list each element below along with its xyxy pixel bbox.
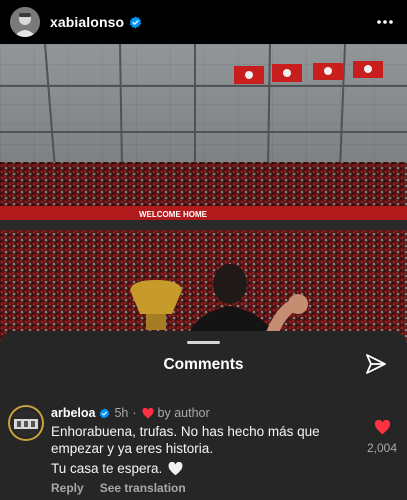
post-author-avatar[interactable] — [10, 7, 40, 37]
comment-item: arbeloa 5h · by author Enhorabuena, truf… — [0, 403, 407, 500]
send-icon[interactable] — [364, 352, 388, 376]
avatar-photo — [10, 7, 40, 37]
white-heart-emoji-icon — [168, 461, 183, 476]
author-liked-heart-icon — [141, 407, 154, 419]
stadium-banner-text: WELCOME HOME — [139, 210, 208, 219]
post-photo[interactable]: WELCOME HOME — [0, 44, 407, 344]
commenter-avatar[interactable] — [8, 405, 44, 441]
comment-meta: arbeloa 5h · by author — [51, 406, 210, 420]
comment-text: Enhorabuena, trufas. No has hecho más qu… — [51, 424, 320, 456]
like-heart-icon[interactable] — [374, 419, 391, 435]
like-count[interactable]: 2,004 — [367, 441, 397, 455]
reply-button[interactable]: Reply — [51, 481, 84, 495]
liked-by-author-label: by author — [157, 406, 210, 420]
comment-timestamp: 5h — [114, 406, 129, 420]
commenter-avatar-photo — [12, 409, 40, 437]
comment-text-second: Tu casa te espera. — [51, 461, 163, 476]
comments-title: Comments — [163, 356, 244, 373]
sheet-drag-handle[interactable] — [187, 341, 220, 344]
more-options-icon[interactable] — [373, 10, 397, 34]
verified-badge-icon — [129, 16, 142, 29]
stadium-photo: WELCOME HOME — [0, 44, 407, 344]
meta-separator: · — [132, 406, 137, 420]
post-author-username[interactable]: xabialonso — [50, 14, 124, 30]
see-translation-button[interactable]: See translation — [100, 481, 186, 495]
comment-actions: Reply See translation — [51, 481, 186, 495]
comment-text-line2: Tu casa te espera. — [51, 461, 183, 476]
post-header: xabialonso — [0, 0, 407, 44]
comments-sheet: Comments arbeloa 5h · by author Enhorabu… — [0, 331, 407, 500]
comment-like: 2,004 — [364, 419, 400, 455]
verified-badge-icon — [99, 407, 110, 419]
commenter-username[interactable]: arbeloa — [51, 406, 95, 420]
